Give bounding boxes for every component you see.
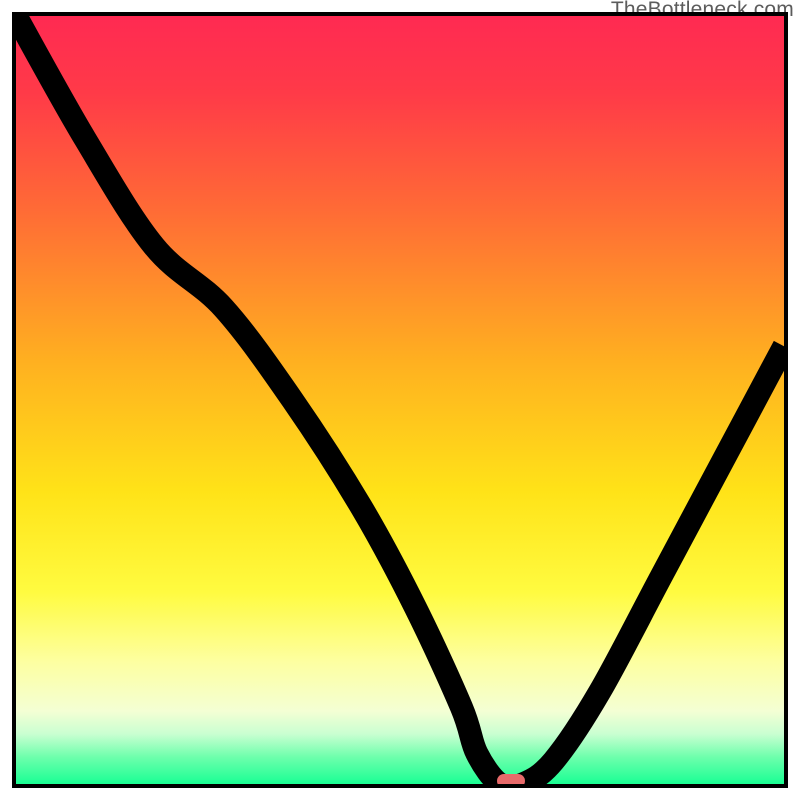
minimum-marker bbox=[497, 774, 525, 788]
gradient-background bbox=[16, 16, 784, 784]
plot-area bbox=[12, 12, 788, 788]
bottleneck-chart: TheBottleneck.com bbox=[0, 0, 800, 800]
